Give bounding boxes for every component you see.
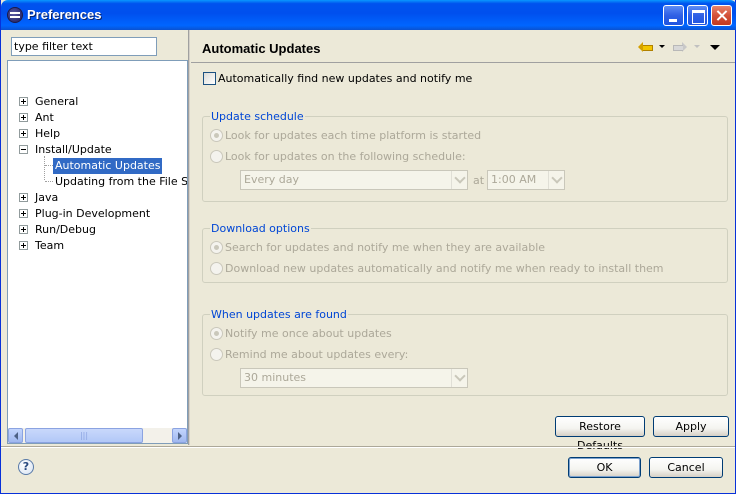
remind-interval-select[interactable]: 30 minutes	[240, 368, 468, 388]
preference-tree[interactable]: General Ant Help Install/Update Automati…	[7, 60, 188, 444]
scroll-thumb[interactable]: |||	[25, 428, 143, 443]
preferences-window: Preferences General Ant Help Install/Upd…	[0, 0, 736, 494]
back-history-dropdown-icon[interactable]	[659, 45, 665, 48]
tree-connector	[45, 165, 53, 166]
expand-icon[interactable]	[19, 209, 28, 218]
page-header: Automatic Updates	[191, 30, 735, 63]
preference-tree-panel: General Ant Help Install/Update Automati…	[5, 30, 188, 445]
minimize-button[interactable]	[663, 5, 684, 26]
radio-notify[interactable]	[210, 241, 223, 254]
tree-connector	[44, 156, 45, 180]
when-found-title: When updates are found	[210, 308, 348, 322]
tree-connector	[45, 181, 53, 182]
back-arrow-icon[interactable]	[638, 41, 654, 53]
tree-item-java[interactable]: Java	[35, 190, 58, 206]
forward-arrow-icon[interactable]	[673, 41, 689, 53]
ok-button[interactable]: OK	[568, 457, 641, 478]
chevron-down-icon[interactable]	[451, 369, 467, 387]
collapse-icon[interactable]	[19, 145, 28, 154]
dialog-separator	[1, 446, 735, 448]
auto-find-checkbox[interactable]	[203, 72, 216, 85]
radio-schedule-label[interactable]: Look for updates on the following schedu…	[225, 150, 466, 164]
tree-item-ant[interactable]: Ant	[35, 110, 54, 126]
time-select[interactable]: 1:00 AM	[487, 170, 565, 190]
tree-item-general[interactable]: General	[35, 94, 78, 110]
filter-input[interactable]	[11, 37, 157, 56]
scroll-right-button[interactable]	[172, 428, 187, 443]
chevron-down-icon[interactable]	[548, 171, 564, 189]
day-select-value: Every day	[244, 173, 299, 186]
tree-item-automatic-updates[interactable]: Automatic Updates	[53, 158, 163, 174]
tree-item-plugin-development[interactable]: Plug-in Development	[35, 206, 150, 222]
close-button[interactable]	[711, 5, 732, 26]
window-title: Preferences	[27, 7, 102, 22]
scroll-left-button[interactable]	[8, 428, 23, 443]
expand-icon[interactable]	[19, 193, 28, 202]
expand-icon[interactable]	[19, 241, 28, 250]
at-label: at	[473, 174, 485, 187]
time-select-value: 1:00 AM	[491, 173, 537, 186]
tree-item-install-update[interactable]: Install/Update	[35, 142, 112, 158]
title-bar[interactable]: Preferences	[1, 0, 736, 30]
restore-defaults-button[interactable]: Restore Defaults	[555, 416, 645, 452]
remind-interval-value: 30 minutes	[244, 371, 307, 384]
tree-item-team[interactable]: Team	[35, 238, 64, 254]
cancel-button[interactable]: Cancel	[649, 457, 723, 478]
radio-remind[interactable]	[210, 348, 223, 361]
tree-item-help[interactable]: Help	[35, 126, 60, 142]
update-schedule-title: Update schedule	[210, 110, 305, 124]
apply-button[interactable]: Apply	[653, 416, 729, 437]
expand-icon[interactable]	[19, 97, 28, 106]
expand-icon[interactable]	[19, 225, 28, 234]
tree-item-run-debug[interactable]: Run/Debug	[35, 222, 96, 238]
maximize-button[interactable]	[687, 5, 708, 26]
expand-icon[interactable]	[19, 129, 28, 138]
radio-remind-label[interactable]: Remind me about updates every:	[225, 348, 408, 362]
panel-sash[interactable]	[188, 30, 190, 445]
download-options-title: Download options	[210, 222, 311, 236]
radio-notify-label[interactable]: Search for updates and notify me when th…	[225, 241, 545, 255]
radio-notify-once[interactable]	[210, 327, 223, 340]
view-menu-icon[interactable]	[710, 45, 720, 50]
chevron-down-icon[interactable]	[451, 171, 467, 189]
radio-startup[interactable]	[210, 129, 223, 142]
forward-history-dropdown-icon[interactable]	[694, 45, 700, 48]
page-title: Automatic Updates	[202, 41, 321, 56]
tree-item-updating-from-file-system[interactable]: Updating from the File Syst	[55, 174, 187, 190]
radio-schedule[interactable]	[210, 150, 223, 163]
day-select[interactable]: Every day	[240, 170, 468, 190]
radio-auto-download[interactable]	[210, 262, 223, 275]
radio-notify-once-label[interactable]: Notify me once about updates	[225, 327, 392, 341]
auto-find-label[interactable]: Automatically find new updates and notif…	[218, 72, 472, 86]
radio-startup-label[interactable]: Look for updates each time platform is s…	[225, 129, 481, 143]
radio-auto-download-label[interactable]: Download new updates automatically and n…	[225, 262, 664, 276]
horizontal-scrollbar[interactable]: |||	[8, 428, 187, 443]
expand-icon[interactable]	[19, 113, 28, 122]
help-icon[interactable]: ?	[18, 459, 34, 475]
preference-page: Automatic Updates Automatically find new…	[191, 30, 735, 452]
eclipse-icon	[7, 7, 23, 23]
